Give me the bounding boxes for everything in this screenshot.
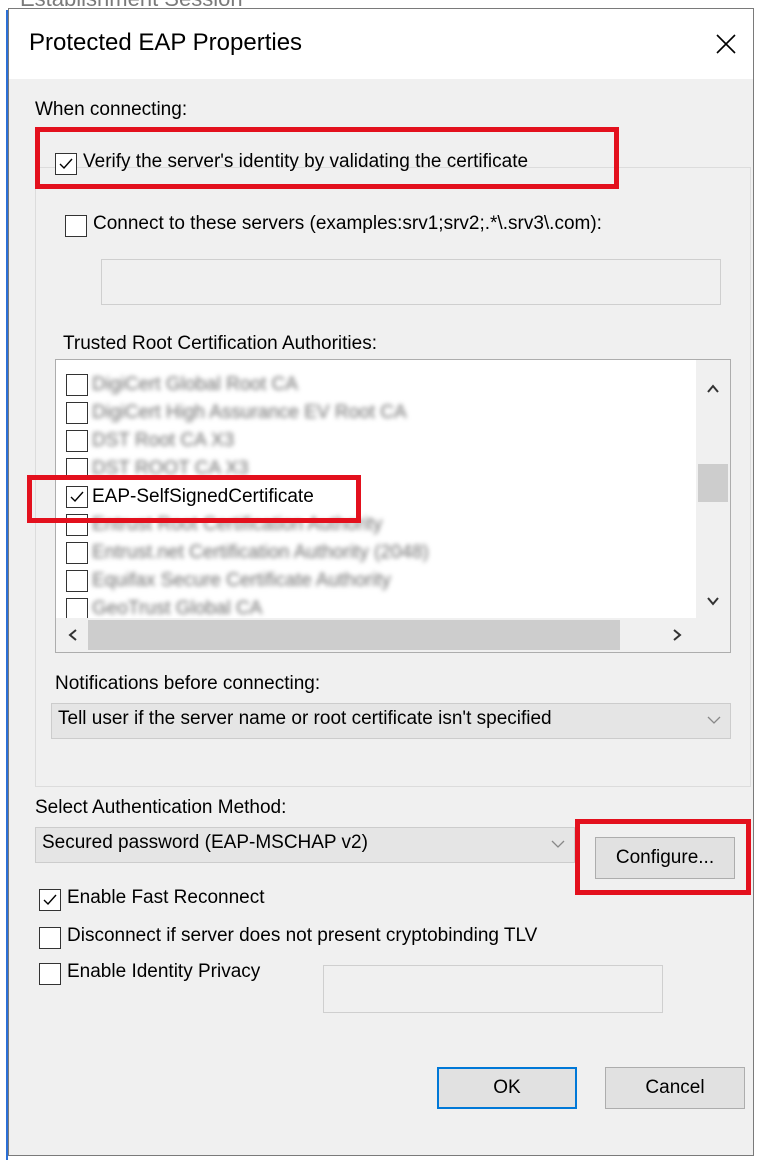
certificate-label: Equifax Secure Certificate Authority <box>92 570 391 591</box>
certificate-label: DST ROOT CA X3 <box>92 458 249 479</box>
dialog-title: Protected EAP Properties <box>29 29 303 56</box>
when-connecting-label: When connecting: <box>35 99 188 120</box>
ok-button[interactable]: OK <box>437 1067 577 1109</box>
certificate-checkbox[interactable] <box>66 374 88 396</box>
checkmark-icon <box>59 158 73 170</box>
title-bar: Protected EAP Properties <box>9 9 753 79</box>
list-item-eap-selfsigned[interactable]: EAP-SelfSignedCertificate <box>66 484 666 512</box>
scrollbar-corner <box>696 618 730 652</box>
background-window-edge <box>0 0 8 1160</box>
auth-method-value: Secured password (EAP-MSCHAP v2) <box>42 832 368 853</box>
certificate-label: GeoTrust Global CA <box>92 598 263 619</box>
certificate-checkbox[interactable] <box>66 458 88 480</box>
trusted-root-label: Trusted Root Certification Authorities: <box>63 333 377 354</box>
certificate-label: DigiCert High Assurance EV Root CA <box>92 402 407 423</box>
connect-servers-label: Connect to these servers (examples:srv1;… <box>93 213 602 234</box>
chevron-down-icon <box>707 597 719 606</box>
certificate-label: EAP-SelfSignedCertificate <box>92 486 314 507</box>
identity-privacy-label: Enable Identity Privacy <box>67 961 261 982</box>
scroll-right-button[interactable] <box>662 620 692 650</box>
list-item[interactable]: DigiCert Global Root CA <box>66 372 666 400</box>
chevron-down-icon <box>707 716 721 724</box>
configure-button[interactable]: Configure... <box>595 837 735 879</box>
auth-method-label: Select Authentication Method: <box>35 797 287 818</box>
notifications-dropdown[interactable]: Tell user if the server name or root cer… <box>51 703 731 739</box>
certificate-label: DST Root CA X3 <box>92 430 235 451</box>
chevron-right-icon <box>673 629 682 641</box>
close-button[interactable] <box>699 9 753 79</box>
identity-privacy-checkbox[interactable] <box>39 963 61 985</box>
list-item[interactable]: DigiCert High Assurance EV Root CA <box>66 400 666 428</box>
certificate-checkbox[interactable] <box>66 402 88 424</box>
fast-reconnect-label: Enable Fast Reconnect <box>67 887 265 908</box>
certificate-checkbox[interactable] <box>66 570 88 592</box>
list-item[interactable]: DST Root CA X3 <box>66 428 666 456</box>
cryptobinding-checkbox[interactable] <box>39 927 61 949</box>
notifications-label: Notifications before connecting: <box>55 673 321 694</box>
servers-field[interactable] <box>101 259 721 305</box>
horizontal-scrollbar[interactable] <box>56 618 696 652</box>
close-icon <box>716 34 736 54</box>
cancel-button[interactable]: Cancel <box>605 1067 745 1109</box>
connect-servers-checkbox[interactable] <box>65 215 87 237</box>
list-item[interactable]: Entrust.net Certification Authority (204… <box>66 540 666 568</box>
certificate-checkbox[interactable] <box>66 430 88 452</box>
auth-method-dropdown[interactable]: Secured password (EAP-MSCHAP v2) <box>35 827 575 863</box>
trusted-root-list[interactable]: DigiCert Global Root CA DigiCert High As… <box>55 359 731 653</box>
list-item[interactable]: Equifax Secure Certificate Authority <box>66 568 666 596</box>
certificate-checkbox[interactable] <box>66 598 88 620</box>
vertical-scrollbar[interactable] <box>696 360 730 620</box>
list-item[interactable]: DST ROOT CA X3 <box>66 456 666 484</box>
checkmark-icon <box>43 894 57 906</box>
notifications-value: Tell user if the server name or root cer… <box>58 708 552 729</box>
scroll-down-button[interactable] <box>698 586 728 616</box>
chevron-up-icon <box>707 384 719 393</box>
certificate-checkbox[interactable] <box>66 514 88 536</box>
verify-server-label: Verify the server's identity by validati… <box>83 151 529 172</box>
certificate-checkbox[interactable] <box>66 542 88 564</box>
certificate-label: DigiCert Global Root CA <box>92 374 298 395</box>
fast-reconnect-checkbox[interactable] <box>39 889 61 911</box>
protected-eap-properties-dialog: Protected EAP Properties When connecting… <box>8 8 754 1156</box>
list-item[interactable]: Entrust Root Certification Authority <box>66 512 666 540</box>
vertical-scroll-thumb[interactable] <box>698 464 728 502</box>
cryptobinding-label: Disconnect if server does not present cr… <box>67 925 538 946</box>
scroll-up-button[interactable] <box>698 374 728 404</box>
scroll-left-button[interactable] <box>58 620 88 650</box>
identity-privacy-field[interactable] <box>323 965 663 1013</box>
certificate-checkbox[interactable] <box>66 486 88 508</box>
checkmark-icon <box>70 491 84 503</box>
certificate-label: Entrust Root Certification Authority <box>92 514 383 535</box>
certificate-label: Entrust.net Certification Authority (204… <box>92 542 429 563</box>
chevron-left-icon <box>68 629 77 641</box>
horizontal-scroll-thumb[interactable] <box>88 620 620 650</box>
chevron-down-icon <box>551 840 565 848</box>
verify-server-checkbox[interactable] <box>55 153 77 175</box>
